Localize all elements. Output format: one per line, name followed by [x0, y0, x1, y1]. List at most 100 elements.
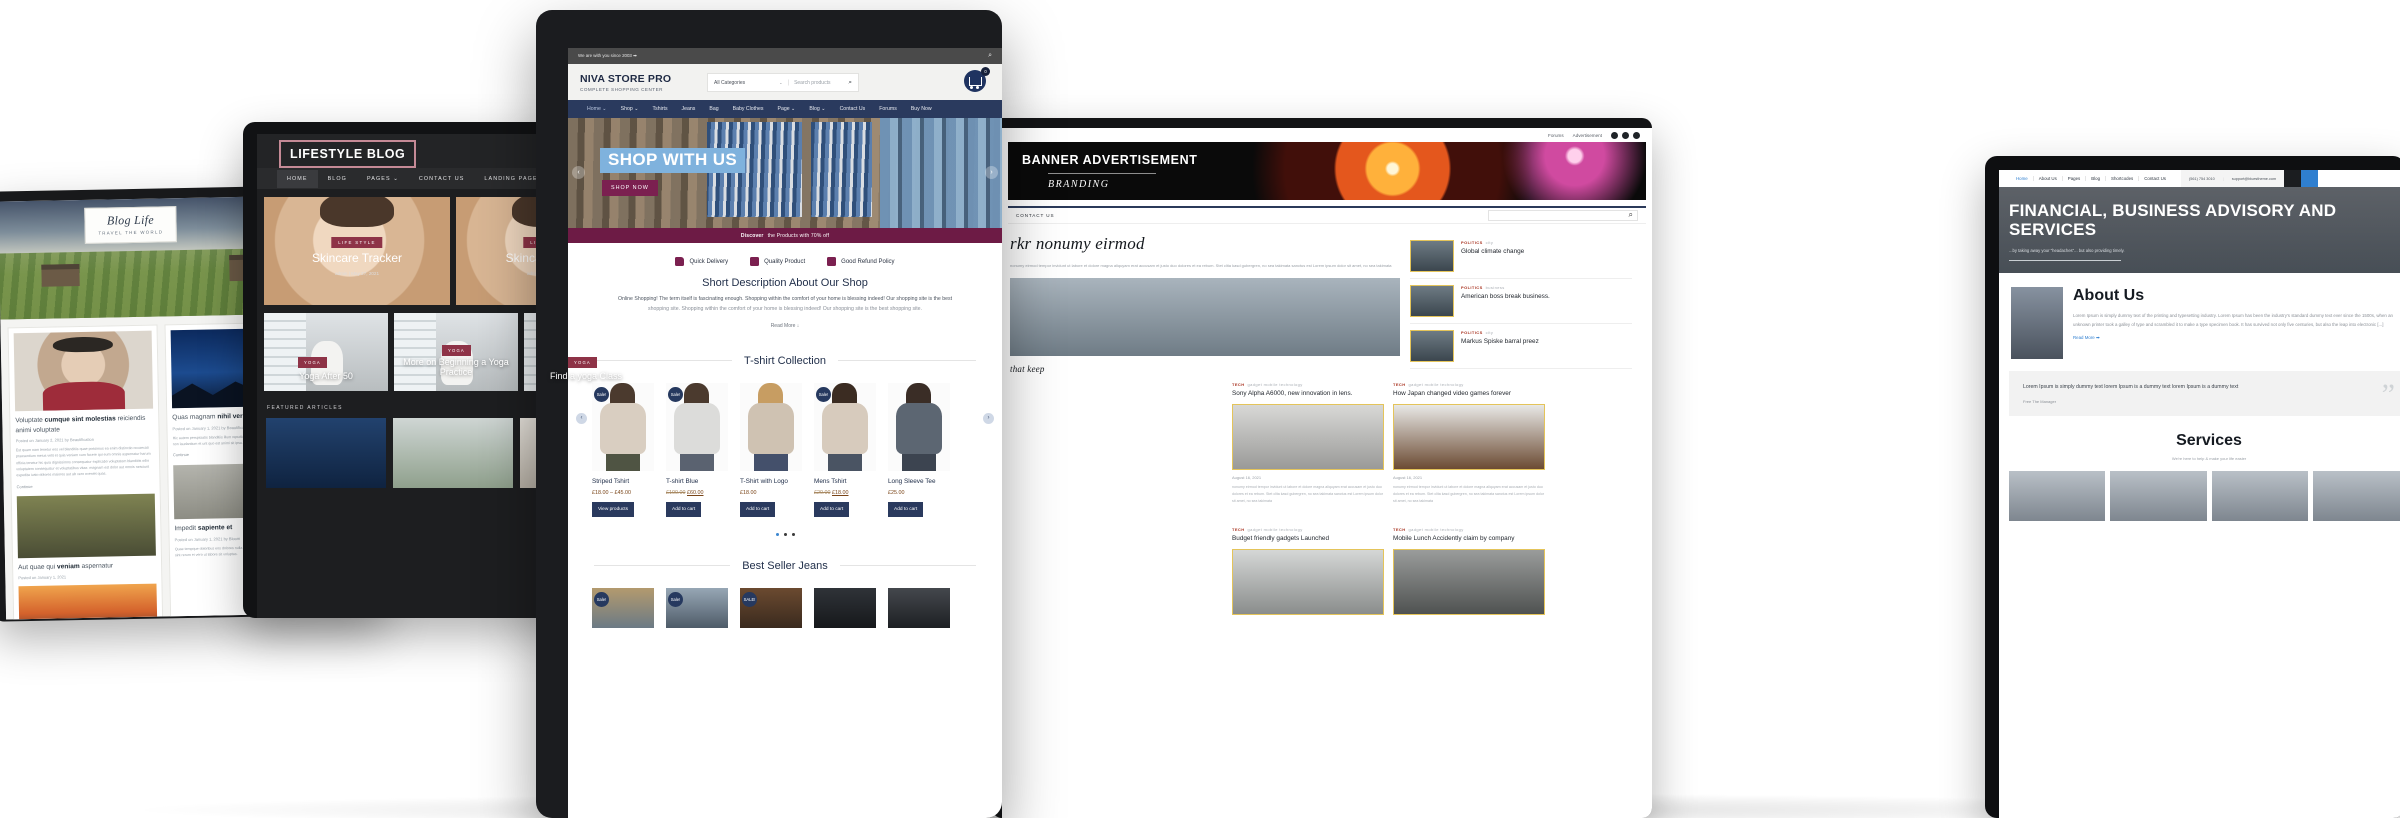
- nv-hero-prev[interactable]: ‹: [572, 166, 585, 179]
- nv-jeans-card-5[interactable]: [888, 588, 950, 629]
- nw-sidebar-title-1[interactable]: Global climate change: [1461, 248, 1524, 257]
- facebook-icon[interactable]: [1611, 131, 1618, 139]
- nv-read-more[interactable]: Read More ↓: [568, 323, 1002, 329]
- bs-nav-item-home[interactable]: Home: [2011, 176, 2034, 181]
- nv-product-card-5[interactable]: Long Sleeve Tee £25.00 Add to cart: [888, 383, 950, 518]
- lb-yoga-badge-3[interactable]: YOGA: [568, 357, 597, 368]
- nv-carousel-dots[interactable]: [568, 533, 1002, 537]
- bs-nav-item-pages[interactable]: Pages: [2063, 176, 2087, 181]
- nw-link-advertisement[interactable]: Advertisement: [1573, 133, 1602, 138]
- bs-nav-item-about[interactable]: About Us: [2034, 176, 2063, 181]
- nv-nav-item-bag[interactable]: Bag: [702, 106, 725, 112]
- globe-icon[interactable]: [2301, 170, 2319, 187]
- nw-sidebar-item-2[interactable]: POLITICS business American boss break bus…: [1410, 279, 1632, 324]
- nv-hero-button[interactable]: SHOP NOW: [602, 180, 658, 196]
- nv-navbar[interactable]: Home ⌄ Shop ⌄ Tshirts Jeans Bag Baby Clo…: [568, 100, 1002, 118]
- search-icon[interactable]: ⌕: [988, 52, 992, 60]
- nv-product-card-2[interactable]: Sale! T-shirt Blue £100.00 £60.00 Add to…: [666, 383, 728, 518]
- lb-logo[interactable]: LIFESTYLE BLOG: [279, 140, 417, 168]
- nv-nav-item-shop[interactable]: Shop ⌄: [614, 106, 646, 112]
- nv-product-button-1[interactable]: View products: [592, 502, 635, 518]
- nv-product-card-3[interactable]: T-Shirt with Logo £18.00 Add to cart: [740, 383, 802, 518]
- nv-nav-item-page[interactable]: Page ⌄: [770, 106, 802, 112]
- nv-nav-item-home[interactable]: Home ⌄: [580, 106, 614, 112]
- nv-product-card-4[interactable]: Sale! Mens Tshirt £20.00 £18.00 Add to c…: [814, 383, 876, 518]
- nw-sidebar-title-3[interactable]: Markus Spiske barral preez: [1461, 338, 1539, 347]
- bs-service-card-1[interactable]: [2009, 470, 2106, 521]
- nv-dot-3[interactable]: [791, 533, 795, 537]
- lb-featured-title-1[interactable]: Skincare Tracker: [264, 251, 450, 265]
- nw-mid-headline[interactable]: that keep: [1010, 364, 1400, 374]
- nw-tech-title-1[interactable]: Sony Alpha A6000, new innovation in lens…: [1232, 390, 1384, 399]
- lb-nav-item-blog[interactable]: BLOG: [318, 170, 357, 188]
- lb-nav-item-home[interactable]: HOME: [277, 169, 318, 188]
- nv-nav-item-blog[interactable]: Blog ⌄: [802, 106, 832, 112]
- mail-icon[interactable]: [2284, 170, 2302, 187]
- nv-jeans-card-2[interactable]: Sale!: [666, 588, 728, 629]
- lb-yoga-title-2[interactable]: More on Beginning a Yoga Practice: [394, 357, 518, 378]
- nv-jeans-card-1[interactable]: Sale!: [592, 588, 654, 629]
- nv-products-prev[interactable]: ‹: [576, 413, 587, 425]
- nw-headline[interactable]: rkr nonumy eirmod: [1010, 234, 1400, 254]
- nv-product-button-5[interactable]: Add to cart: [888, 502, 924, 518]
- nw-banner-ad[interactable]: BANNER ADVERTISEMENT BRANDING: [1008, 142, 1646, 200]
- bs-email[interactable]: support@bluestheme.com: [2232, 177, 2276, 181]
- vimeo-icon[interactable]: [1622, 131, 1629, 139]
- nw-tech-title-2[interactable]: How Japan changed video games forever: [1393, 390, 1545, 399]
- twitter-icon[interactable]: [1633, 131, 1640, 139]
- nv-product-button-4[interactable]: Add to cart: [814, 502, 850, 518]
- nv-nav-item-buy-now[interactable]: Buy Now: [904, 106, 939, 112]
- lb-yoga-card-1[interactable]: YOGA Yoga After 50: [264, 313, 388, 391]
- lb-featured-card-1[interactable]: LIFE STYLE Skincare Tracker admin | May …: [264, 197, 450, 305]
- bs-nav-item-contact[interactable]: Contact Us: [2139, 176, 2171, 181]
- lb-category-badge-1[interactable]: LIFE STYLE: [331, 237, 383, 248]
- nw-link-forums[interactable]: Forums: [1548, 133, 1564, 138]
- nv-dot-2[interactable]: [783, 533, 787, 537]
- nv-nav-item-forums[interactable]: Forums: [872, 106, 904, 112]
- nv-jeans-card-3[interactable]: SALE!: [740, 588, 802, 629]
- nv-nav-item-tshirts[interactable]: Tshirts: [646, 106, 675, 112]
- nv-nav-item-jeans[interactable]: Jeans: [675, 106, 703, 112]
- nv-products-next[interactable]: ›: [983, 413, 994, 425]
- lb-yoga-title-3[interactable]: Find a yoga Class: [524, 371, 648, 381]
- nv-nav-item-contact[interactable]: Contact Us: [833, 106, 873, 112]
- nw-tech-title-3[interactable]: Budget friendly gadgets Launched: [1232, 535, 1384, 544]
- nv-product-name-3[interactable]: T-Shirt with Logo: [740, 478, 802, 485]
- lb-nav-item-contact[interactable]: CONTACT US: [409, 170, 475, 188]
- lb-yoga-badge-1[interactable]: YOGA: [298, 357, 327, 368]
- nw-navbar[interactable]: CONTACT US: [1008, 206, 1646, 224]
- nw-nav-contact[interactable]: CONTACT US: [1016, 213, 1054, 218]
- bs-phone[interactable]: (561) 754 3010: [2189, 177, 2215, 181]
- nv-product-name-1[interactable]: Striped Tshirt: [592, 478, 654, 485]
- nv-product-name-2[interactable]: T-shirt Blue: [666, 478, 728, 485]
- bl-post-title-4[interactable]: Aut quae qui veniam aspernatur: [18, 560, 156, 572]
- nv-jeans-card-4[interactable]: [814, 588, 876, 629]
- nw-search-input[interactable]: [1488, 210, 1638, 221]
- nv-hero-next[interactable]: ›: [985, 166, 998, 179]
- lb-article-card-2[interactable]: [393, 418, 513, 488]
- nw-tech-card-3[interactable]: TECH gadget mobile technology Budget frie…: [1232, 527, 1384, 615]
- nv-nav-item-baby-clothes[interactable]: Baby Clothes: [726, 106, 771, 112]
- nv-product-name-5[interactable]: Long Sleeve Tee: [888, 478, 950, 485]
- bs-service-card-4[interactable]: [2312, 470, 2400, 521]
- nw-tech-title-4[interactable]: Mobile Lunch Accidently claim by company: [1393, 535, 1545, 544]
- bl-logo[interactable]: Blog Life TRAVEL THE WORLD: [84, 206, 177, 244]
- bl-post-continue-1[interactable]: Continue: [17, 481, 155, 488]
- nv-product-button-3[interactable]: Add to cart: [740, 502, 776, 518]
- bl-post-card-1[interactable]: Voluptate cumque sint molestias reiciend…: [7, 324, 164, 620]
- bs-nav-item-shortcodes[interactable]: Shortcodes: [2106, 176, 2140, 181]
- nv-search-bar[interactable]: All Categories ⌄ | Search products ⌕: [707, 73, 859, 92]
- nv-product-name-4[interactable]: Mens Tshirt: [814, 478, 876, 485]
- nw-sidebar-title-2[interactable]: American boss break business.: [1461, 293, 1550, 302]
- bs-service-card-3[interactable]: [2211, 470, 2308, 521]
- bs-navbar[interactable]: Home About Us Pages Blog Shortcodes Cont…: [1999, 170, 2400, 187]
- nw-tech-card-1[interactable]: TECH gadget mobile technology Sony Alpha …: [1232, 382, 1384, 505]
- bs-service-card-2[interactable]: [2110, 470, 2207, 521]
- cart-icon[interactable]: 0: [964, 67, 990, 94]
- nw-sidebar-item-1[interactable]: POLITICS city Global climate change: [1410, 234, 1632, 279]
- bs-read-more-link[interactable]: Read More ➡: [2073, 335, 2400, 341]
- nw-tech-card-4[interactable]: TECH gadget mobile technology Mobile Lunc…: [1393, 527, 1545, 615]
- nv-category-select[interactable]: All Categories: [714, 80, 745, 86]
- nv-search-input[interactable]: Search products: [794, 80, 848, 86]
- lb-nav-item-pages[interactable]: PAGES ⌄: [357, 170, 409, 188]
